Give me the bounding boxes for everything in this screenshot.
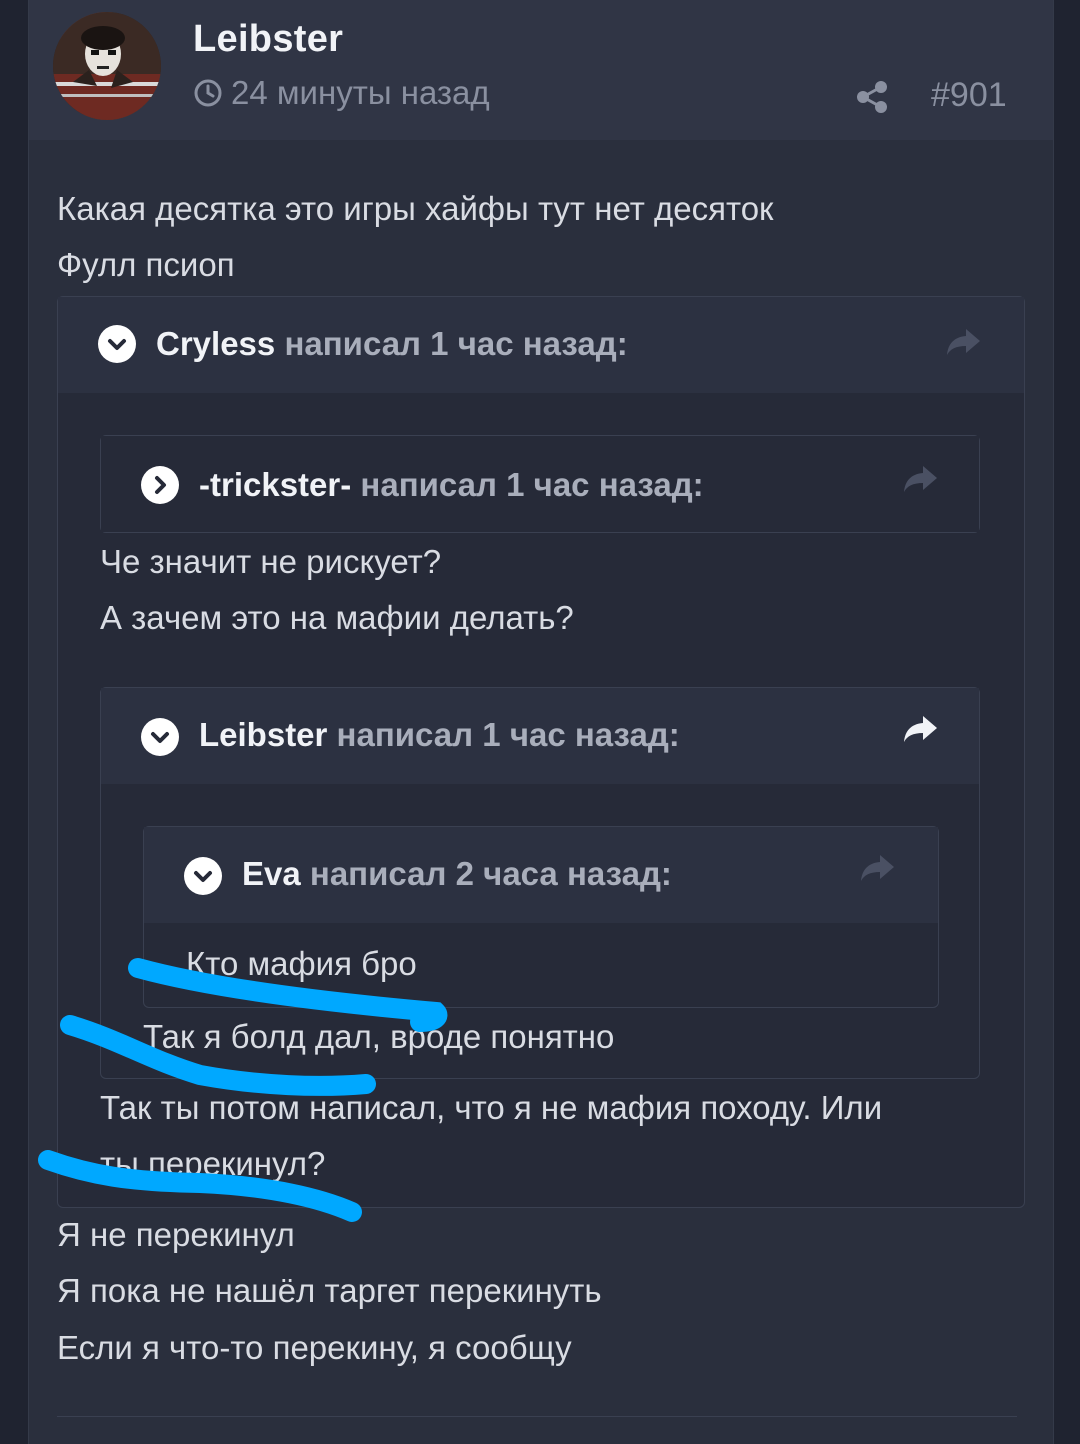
quote-leibster: Leibster написал 1 час назад: Eva написа… bbox=[100, 687, 980, 1079]
quote-text-line: Че значит не рискует? bbox=[100, 543, 442, 580]
quote-text-line: Кто мафия бро bbox=[186, 945, 417, 982]
quote-header[interactable]: -trickster- написал 1 час назад: bbox=[101, 436, 979, 532]
post-text-line: Если я что-то перекину, я сообщу bbox=[57, 1329, 572, 1366]
avatar[interactable] bbox=[53, 12, 161, 120]
reply-arrow-icon[interactable] bbox=[903, 714, 939, 749]
quote-author[interactable]: Leibster bbox=[199, 716, 327, 753]
chevron-down-icon[interactable] bbox=[98, 325, 136, 363]
quote-text-line: ты перекинул? bbox=[100, 1145, 326, 1182]
quote-title: Eva написал 2 часа назад: bbox=[242, 855, 672, 893]
quote-header[interactable]: Eva написал 2 часа назад: bbox=[144, 827, 938, 923]
reply-arrow-icon[interactable] bbox=[860, 853, 896, 888]
quote-text-line: Так ты потом написал, что я не мафия пох… bbox=[100, 1089, 883, 1126]
post-container: Leibster 24 минуты назад #901 Какая деся… bbox=[28, 0, 1054, 1444]
post-text-line: Какая десятка это игры хайфы тут нет дес… bbox=[57, 190, 774, 227]
divider bbox=[57, 1416, 1017, 1417]
chevron-right-icon[interactable] bbox=[141, 466, 179, 504]
quote-cryless: Cryless написал 1 час назад: -trickster-… bbox=[57, 296, 1025, 1208]
quote-meta: написал 1 час назад: bbox=[360, 466, 704, 503]
quote-author[interactable]: -trickster- bbox=[199, 466, 351, 503]
post-time: 24 минуты назад bbox=[193, 74, 490, 112]
chevron-down-icon[interactable] bbox=[184, 857, 222, 895]
quote-header[interactable]: Cryless написал 1 час назад: bbox=[58, 297, 1024, 393]
quote-trickster: -trickster- написал 1 час назад: bbox=[100, 435, 980, 533]
quote-author[interactable]: Eva bbox=[242, 855, 301, 892]
quote-author[interactable]: Cryless bbox=[156, 325, 275, 362]
quote-meta: написал 1 час назад: bbox=[336, 716, 680, 753]
quote-title: Leibster написал 1 час назад: bbox=[199, 716, 680, 754]
quote-meta: написал 2 часа назад: bbox=[309, 855, 672, 892]
post-text-line: Фулл псиоп bbox=[57, 246, 235, 283]
quote-title: Cryless написал 1 час назад: bbox=[156, 325, 628, 363]
quote-text-line: Так я болд дал, вроде понятно bbox=[143, 1018, 615, 1055]
post-text-line: Я не перекинул bbox=[57, 1216, 295, 1253]
reply-arrow-icon[interactable] bbox=[946, 327, 982, 362]
quote-title: -trickster- написал 1 час назад: bbox=[199, 466, 704, 504]
post-author[interactable]: Leibster bbox=[193, 18, 343, 61]
clock-icon bbox=[194, 79, 222, 107]
quote-eva: Eva написал 2 часа назад: Кто мафия бро bbox=[143, 826, 939, 1008]
chevron-down-icon[interactable] bbox=[141, 718, 179, 756]
quote-meta: написал 1 час назад: bbox=[284, 325, 628, 362]
post-header: Leibster 24 минуты назад #901 bbox=[29, 0, 1053, 140]
reply-arrow-icon[interactable] bbox=[903, 464, 939, 499]
post-text-line: Я пока не нашёл таргет перекинуть bbox=[57, 1272, 602, 1309]
quote-header[interactable]: Leibster написал 1 час назад: bbox=[101, 688, 979, 784]
share-icon[interactable] bbox=[855, 80, 889, 119]
quote-text-line: А зачем это на мафии делать? bbox=[100, 599, 574, 636]
post-number[interactable]: #901 bbox=[931, 76, 1007, 115]
post-time-text: 24 минуты назад bbox=[231, 74, 490, 111]
